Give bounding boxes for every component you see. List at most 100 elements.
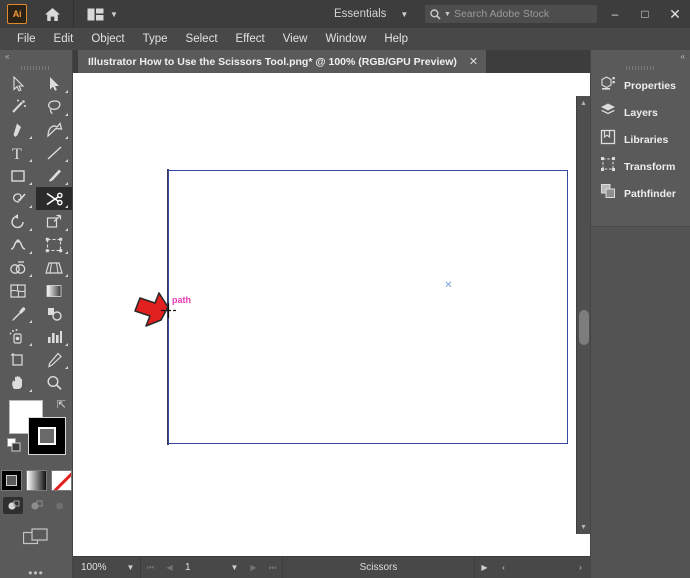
stroke-swatch[interactable] [28, 417, 66, 455]
slice-tool[interactable] [36, 348, 72, 371]
hand-tool[interactable] [0, 371, 36, 394]
tool-flyout-indicator [29, 159, 32, 162]
artboard-chevron-down-icon[interactable]: ▼ [225, 557, 244, 578]
panel-tab-label: Transform [624, 161, 675, 173]
column-graph-tool[interactable] [36, 325, 72, 348]
artboard-tool[interactable] [0, 348, 36, 371]
tools-panel-collapse-button[interactable]: « [0, 50, 72, 63]
path-tooltip-label: path [172, 295, 191, 305]
line-segment-tool[interactable] [36, 141, 72, 164]
fill-stroke-swatches: ⇱ [0, 398, 72, 464]
panel-tab-properties[interactable]: Properties [591, 72, 690, 99]
panel-tab-label: Layers [624, 107, 658, 119]
shape-builder-tool[interactable] [0, 256, 36, 279]
document-tab[interactable]: Illustrator How to Use the Scissors Tool… [78, 50, 486, 73]
eyedropper-tool[interactable] [0, 302, 36, 325]
change-screen-mode-button[interactable] [0, 528, 72, 546]
tools-panel-drag-handle[interactable] [0, 63, 72, 72]
horizontal-scroll-right-button[interactable]: › [571, 557, 590, 578]
tool-flyout-indicator [29, 228, 32, 231]
zoom-level-value[interactable]: 100% [73, 562, 121, 573]
document-tab-title: Illustrator How to Use the Scissors Tool… [88, 56, 457, 68]
menu-item-view[interactable]: View [274, 30, 317, 48]
panel-tab-transform[interactable]: Transform [591, 153, 690, 180]
free-transform-tool[interactable] [36, 233, 72, 256]
mesh-tool[interactable] [0, 279, 36, 302]
search-placeholder: Search Adobe Stock [454, 8, 549, 20]
color-fill-button[interactable] [1, 470, 22, 491]
next-artboard-button[interactable]: ▶ [244, 557, 263, 578]
magic-wand-tool[interactable] [0, 95, 36, 118]
scroll-down-button[interactable]: ▼ [577, 520, 590, 534]
menu-item-select[interactable]: Select [177, 30, 227, 48]
home-icon[interactable] [41, 4, 63, 24]
blend-tool[interactable] [36, 302, 72, 325]
pen-tool[interactable] [0, 118, 36, 141]
workspace-switcher[interactable]: Essentials ▼ [334, 0, 408, 28]
paintbrush-tool[interactable] [36, 164, 72, 187]
artboard-number-input[interactable]: 1 [179, 562, 225, 573]
width-tool[interactable] [0, 233, 36, 256]
panel-tab-pathfinder[interactable]: Pathfinder [591, 180, 690, 207]
edit-toolbar-button[interactable]: ••• [0, 566, 72, 578]
arrange-documents-icon[interactable] [86, 7, 104, 21]
none-fill-button[interactable] [51, 470, 72, 491]
scale-tool[interactable] [36, 210, 72, 233]
menu-item-edit[interactable]: Edit [45, 30, 83, 48]
scroll-up-button[interactable]: ▲ [577, 96, 590, 110]
close-button[interactable]: ✕ [660, 0, 690, 28]
previous-artboard-button[interactable]: ◀ [160, 557, 179, 578]
menu-item-effect[interactable]: Effect [227, 30, 274, 48]
shaper-tool[interactable] [0, 187, 36, 210]
right-panel-items: Properties Layers Libraries [591, 72, 690, 207]
gradient-tool[interactable] [36, 279, 72, 302]
rotate-tool[interactable] [0, 210, 36, 233]
canvas[interactable]: ✕ path ▲ ▼ [73, 73, 590, 556]
panel-tab-layers[interactable]: Layers [591, 99, 690, 126]
scrollbar-thumb[interactable] [579, 310, 589, 345]
arrange-chevron-down-icon[interactable]: ▼ [110, 10, 118, 19]
last-artboard-button[interactable]: ⏭ [263, 557, 282, 578]
menu-item-help[interactable]: Help [375, 30, 417, 48]
draw-normal-button[interactable] [3, 497, 23, 514]
right-panel-collapse-button[interactable]: « [591, 50, 690, 63]
swap-fill-stroke-icon[interactable]: ⇱ [57, 398, 66, 411]
direct-selection-tool[interactable] [36, 72, 72, 95]
tool-flyout-indicator [65, 182, 68, 185]
draw-behind-button[interactable] [26, 497, 46, 514]
rectangle-tool[interactable] [0, 164, 36, 187]
tool-flyout-indicator [29, 136, 32, 139]
panel-tab-libraries[interactable]: Libraries [591, 126, 690, 153]
menu-item-object[interactable]: Object [82, 30, 133, 48]
selection-tool[interactable] [0, 72, 36, 95]
gradient-fill-button[interactable] [26, 470, 47, 491]
close-icon[interactable]: ✕ [469, 55, 478, 68]
default-fill-stroke-icon[interactable] [7, 438, 22, 458]
minimize-button[interactable]: – [600, 0, 630, 28]
search-adobe-stock-input[interactable]: ▼ Search Adobe Stock [425, 5, 597, 23]
menu-item-type[interactable]: Type [134, 30, 177, 48]
menu-item-window[interactable]: Window [316, 30, 375, 48]
maximize-button[interactable]: □ [630, 0, 660, 28]
artboard[interactable] [168, 170, 568, 444]
search-chevron-down-icon: ▼ [444, 11, 451, 18]
current-tool-label[interactable]: Scissors [283, 562, 474, 573]
lasso-tool[interactable] [36, 95, 72, 118]
curvature-tool[interactable] [36, 118, 72, 141]
first-artboard-button[interactable]: ⏮ [141, 557, 160, 578]
zoom-tool[interactable] [36, 371, 72, 394]
type-tool[interactable]: T [0, 141, 36, 164]
status-play-button[interactable]: ▶ [475, 557, 494, 578]
symbol-sprayer-tool[interactable] [0, 325, 36, 348]
zoom-chevron-down-icon[interactable]: ▼ [121, 557, 140, 578]
tool-flyout-indicator [29, 182, 32, 185]
scissors-tool[interactable] [36, 187, 72, 210]
right-panel-drag-handle[interactable] [591, 63, 690, 72]
paint-mode-strip [0, 470, 72, 491]
perspective-grid-tool[interactable] [36, 256, 72, 279]
horizontal-scroll-left-button[interactable]: ‹ [494, 557, 513, 578]
vertical-scrollbar[interactable]: ▲ ▼ [576, 96, 590, 534]
draw-inside-button[interactable] [49, 497, 69, 514]
tool-flyout-indicator [65, 136, 68, 139]
menu-item-file[interactable]: File [8, 30, 45, 48]
